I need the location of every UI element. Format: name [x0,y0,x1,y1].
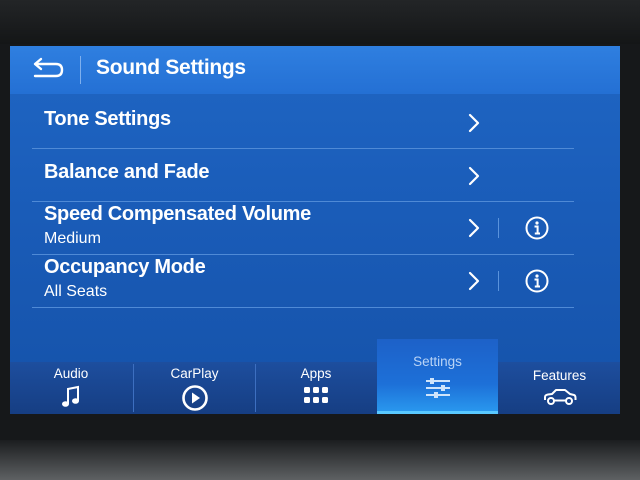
chevron-right-icon [468,271,480,291]
balance-and-fade-label: Balance and Fade [44,161,210,183]
infotainment-screen: Sound Settings Tone Settings Balance and… [10,46,620,414]
info-icon[interactable] [524,215,550,241]
nav-apps-tab[interactable]: Apps [256,362,376,414]
back-button[interactable] [24,52,70,88]
page-title: Sound Settings [96,56,246,79]
nav-apps-label: Apps [300,366,332,381]
tone-settings-row[interactable]: Tone Settings [32,96,574,148]
info-icon[interactable] [524,268,550,294]
nav-carplay-label: CarPlay [170,366,219,381]
occupancy-mode-label: Occupancy Mode [44,256,206,278]
chevron-right-icon [468,218,480,238]
display-bezel-bottom [0,440,640,480]
balance-and-fade-row[interactable]: Balance and Fade [32,149,574,201]
display-bezel-top [0,0,640,44]
nav-carplay-tab[interactable]: CarPlay [134,362,255,414]
header-bar: Sound Settings [10,46,620,94]
settings-sliders-icon [425,378,450,398]
nav-features-label: Features [532,368,587,383]
car-icon [543,389,576,405]
nav-features-tab[interactable]: Features [499,362,620,414]
occupancy-mode-value: All Seats [44,283,108,300]
nav-settings-label: Settings [413,354,462,369]
row-vertical-divider [498,218,499,238]
chevron-right-icon [468,113,480,133]
apps-grid-icon [304,387,328,403]
speed-compensated-volume-row[interactable]: Speed Compensated Volume Medium [32,202,574,254]
tone-settings-label: Tone Settings [44,108,171,130]
nav-audio-tab[interactable]: Audio [10,362,132,414]
active-tab-indicator [377,411,498,414]
nav-settings-tab[interactable]: Settings [377,339,498,414]
speed-compensated-volume-label: Speed Compensated Volume [44,203,311,225]
chevron-right-icon [468,166,480,186]
carplay-icon [181,385,208,411]
row-vertical-divider [498,271,499,291]
speed-compensated-volume-value: Medium [44,230,101,247]
back-arrow-icon [33,57,64,78]
nav-audio-label: Audio [53,366,89,381]
occupancy-mode-row[interactable]: Occupancy Mode All Seats [32,255,574,307]
music-note-icon [62,385,79,407]
header-divider [80,56,81,84]
row-divider [32,307,574,308]
